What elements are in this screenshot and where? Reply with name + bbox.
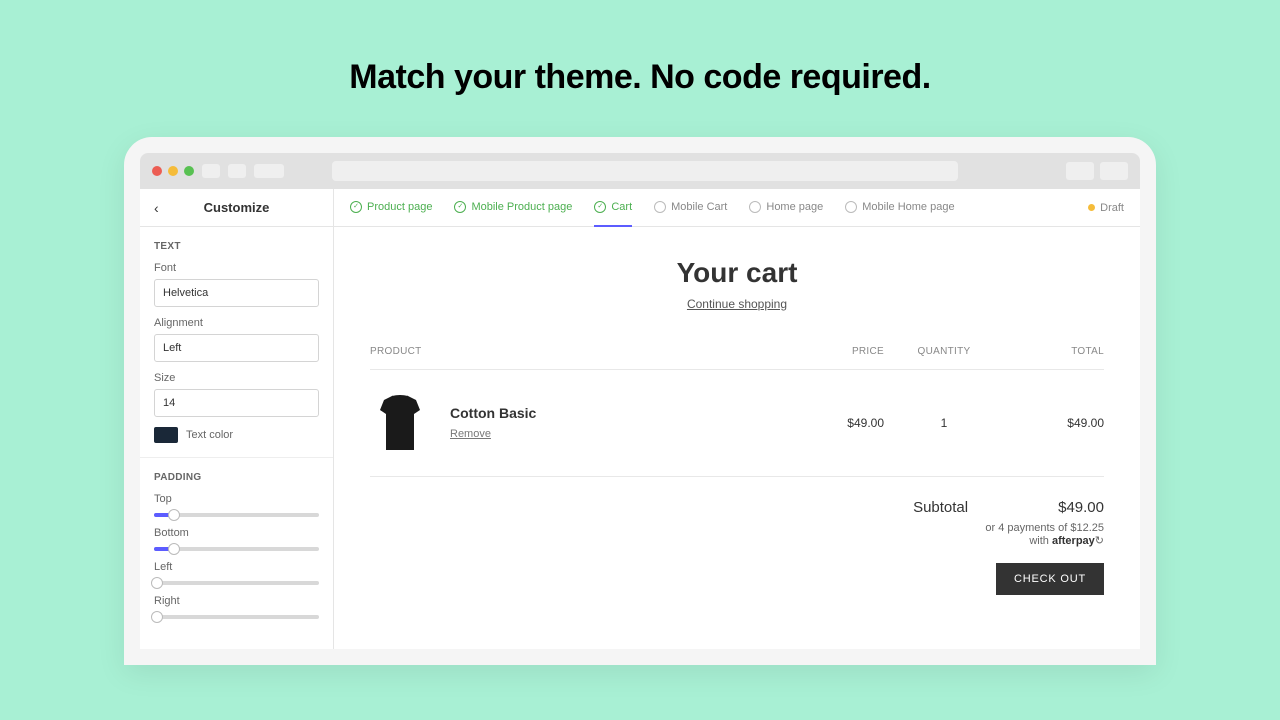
alignment-select[interactable] — [154, 334, 319, 362]
tab-cart[interactable]: Cart — [594, 189, 632, 227]
sidebar-title: Customize — [204, 200, 270, 215]
font-label: Font — [154, 262, 319, 274]
check-icon — [594, 201, 606, 213]
size-label: Size — [154, 372, 319, 384]
padding-top-label: Top — [154, 493, 319, 505]
table-header: PRODUCT PRICE QUANTITY TOTAL — [370, 346, 1104, 370]
product-price: $49.00 — [774, 416, 884, 430]
browser-window: ‹ Customize TEXT Font Alignment Size Tex… — [140, 153, 1140, 649]
afterpay-logo: afterpay — [1052, 535, 1095, 547]
product-name: Cotton Basic — [450, 405, 536, 421]
padding-left-slider[interactable] — [154, 581, 319, 585]
close-icon[interactable] — [152, 166, 162, 176]
checkout-button[interactable]: CHECK OUT — [996, 563, 1104, 595]
padding-right-label: Right — [154, 595, 319, 607]
back-icon[interactable]: ‹ — [154, 200, 159, 216]
tab-label: Mobile Cart — [671, 201, 727, 213]
browser-chrome — [140, 153, 1140, 189]
tab-label: Cart — [611, 201, 632, 213]
customize-sidebar: ‹ Customize TEXT Font Alignment Size Tex… — [140, 189, 334, 649]
tab-label: Mobile Home page — [862, 201, 954, 213]
device-frame: ‹ Customize TEXT Font Alignment Size Tex… — [124, 137, 1156, 665]
tab-mobile-cart[interactable]: Mobile Cart — [654, 189, 727, 227]
circle-icon — [845, 201, 857, 213]
padding-top-slider[interactable] — [154, 513, 319, 517]
col-product: PRODUCT — [370, 346, 774, 357]
cart-preview: Your cart Continue shopping PRODUCT PRIC… — [334, 227, 1140, 625]
padding-right-slider[interactable] — [154, 615, 319, 619]
status-label: Draft — [1100, 202, 1124, 214]
continue-shopping-link[interactable]: Continue shopping — [370, 297, 1104, 311]
product-total: $49.00 — [1004, 416, 1104, 430]
padding-bottom-slider[interactable] — [154, 547, 319, 551]
size-input[interactable] — [154, 389, 319, 417]
tab-label: Product page — [367, 201, 432, 213]
maximize-icon[interactable] — [184, 166, 194, 176]
circle-icon — [749, 201, 761, 213]
afterpay-text: or 4 payments of $12.25 with afterpay↻ — [370, 522, 1104, 547]
hero-headline: Match your theme. No code required. — [0, 0, 1280, 137]
panel-heading: TEXT — [154, 241, 319, 252]
table-row: Cotton Basic Remove $49.00 1 $49.00 — [370, 370, 1104, 477]
padding-bottom-label: Bottom — [154, 527, 319, 539]
tab-home-page[interactable]: Home page — [749, 189, 823, 227]
alignment-label: Alignment — [154, 317, 319, 329]
col-total: TOTAL — [1004, 346, 1104, 357]
check-icon — [350, 201, 362, 213]
padding-left-label: Left — [154, 561, 319, 573]
page-tabs: Product page Mobile Product page Cart Mo… — [334, 189, 1140, 227]
cart-title: Your cart — [370, 257, 1104, 289]
font-select[interactable] — [154, 279, 319, 307]
color-swatch[interactable] — [154, 427, 178, 443]
app-content: ‹ Customize TEXT Font Alignment Size Tex… — [140, 189, 1140, 649]
tab-label: Home page — [766, 201, 823, 213]
status-badge: Draft — [1088, 202, 1124, 214]
col-quantity: QUANTITY — [884, 346, 1004, 357]
remove-link[interactable]: Remove — [450, 428, 491, 440]
subtotal-label: Subtotal — [913, 499, 968, 516]
cart-footer: Subtotal $49.00 or 4 payments of $12.25 … — [370, 499, 1104, 595]
color-label: Text color — [186, 429, 233, 441]
window-controls — [152, 166, 194, 176]
browser-tab[interactable] — [202, 164, 220, 178]
dot-icon — [1088, 204, 1095, 211]
address-bar[interactable] — [332, 161, 958, 181]
check-icon — [454, 201, 466, 213]
tab-product-page[interactable]: Product page — [350, 189, 432, 227]
main-panel: Product page Mobile Product page Cart Mo… — [334, 189, 1140, 649]
panel-heading: PADDING — [154, 472, 319, 483]
browser-tab[interactable] — [228, 164, 246, 178]
circle-icon — [654, 201, 666, 213]
minimize-icon[interactable] — [168, 166, 178, 176]
subtotal-value: $49.00 — [1058, 499, 1104, 516]
text-panel: TEXT Font Alignment Size Text color — [140, 227, 333, 458]
browser-button[interactable] — [1100, 162, 1128, 180]
padding-panel: PADDING Top Bottom Left Right — [140, 458, 333, 643]
col-price: PRICE — [774, 346, 884, 357]
product-quantity: 1 — [884, 416, 1004, 430]
browser-button[interactable] — [1066, 162, 1094, 180]
tab-label: Mobile Product page — [471, 201, 572, 213]
tab-mobile-product-page[interactable]: Mobile Product page — [454, 189, 572, 227]
browser-tab[interactable] — [254, 164, 284, 178]
sidebar-header: ‹ Customize — [140, 189, 333, 227]
tab-mobile-home-page[interactable]: Mobile Home page — [845, 189, 954, 227]
product-image — [370, 388, 430, 458]
